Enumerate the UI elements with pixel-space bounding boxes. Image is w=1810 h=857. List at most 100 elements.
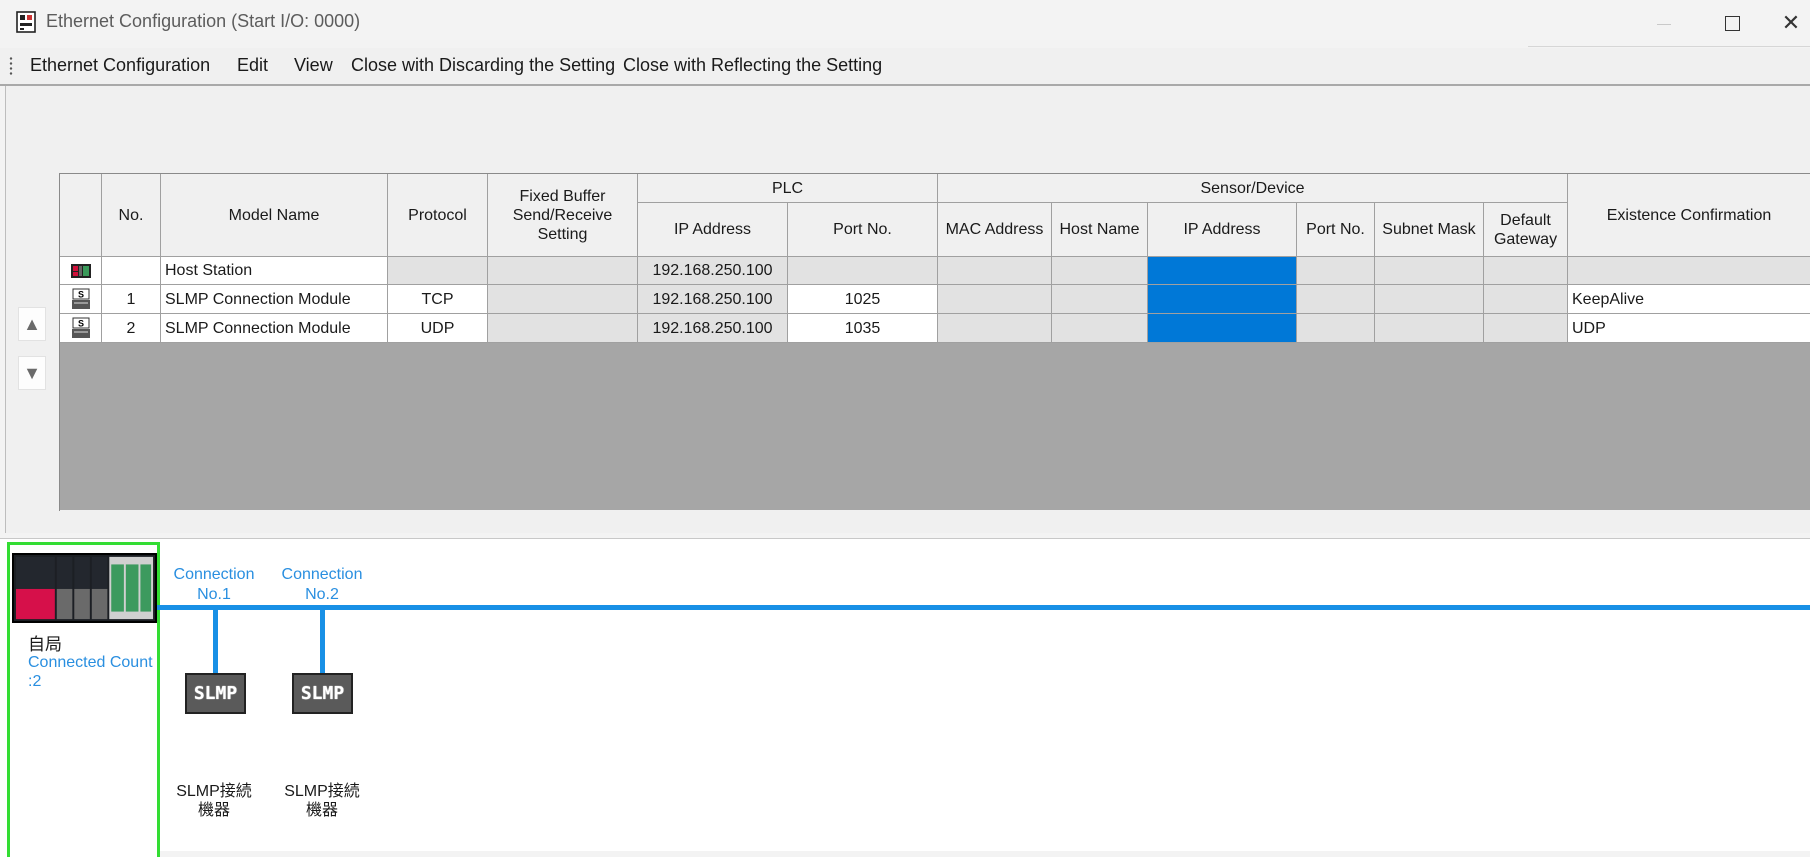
row-0-mac [938,257,1052,285]
row-0-device-port [1297,257,1375,285]
row-0-gateway [1484,257,1568,285]
row-2-model-name[interactable]: SLMP Connection Module [161,314,388,343]
diagram-bottom-edge [160,851,1810,857]
row-1-device-ip[interactable] [1148,285,1297,314]
connection-1-label-line1: Connection [173,566,255,583]
row-2-plc-port[interactable]: 1035 [788,314,938,343]
connected-count-value: :2 [28,673,42,690]
ethernet-bus-line [157,605,1810,610]
row-1-existence[interactable]: KeepAlive [1568,285,1810,314]
row-0-fixed-buffer [488,257,638,285]
header-subnet: Subnet Mask [1375,203,1484,257]
connection-2-label-line1: Connection [281,566,363,583]
close-icon: ✕ [1781,10,1801,35]
connection-2-drop-line [320,609,325,675]
svg-text:S: S [77,319,83,329]
menu-ethernet-configuration[interactable]: Ethernet Configuration [30,55,210,76]
connection-1-label-line2: No.1 [197,586,231,603]
row-2-existence[interactable]: UDP [1568,314,1810,343]
close-button[interactable]: ✕ [1772,0,1810,46]
maximize-icon [1724,15,1740,31]
header-existence: Existence Confirmation [1568,174,1810,257]
menu-view[interactable]: View [294,55,333,76]
row-1-protocol[interactable]: TCP [388,285,488,314]
slmp-module-1-icon[interactable]: SLMP [185,673,246,714]
row-icon-cell[interactable]: S [60,314,102,343]
title-bar: Ethernet Configuration (Start I/O: 0000)… [0,0,1810,47]
row-1-mac [938,285,1052,314]
row-1-host-name [1052,285,1148,314]
header-host-name: Host Name [1052,203,1148,257]
row-2-fixed-buffer [488,314,638,343]
slmp-device-icon: S [71,288,90,309]
row-1-plc-port[interactable]: 1025 [788,285,938,314]
header-sensor-group: Sensor/Device [938,174,1568,203]
title-divider [1528,46,1810,47]
row-2-no[interactable]: 2 [102,314,161,343]
move-up-button[interactable]: ▲ [18,307,46,341]
header-mac: MAC Address [938,203,1052,257]
header-protocol: Protocol [388,174,488,257]
header-plc-group: PLC [638,174,938,203]
header-device-ip: IP Address [1148,203,1297,257]
toolbar-grip-icon[interactable] [9,56,13,76]
row-1-device-port [1297,285,1375,314]
triangle-down-icon: ▼ [23,362,41,383]
device-2-label-line1: SLMP接続 [284,783,360,800]
slmp-device-icon: S [71,317,90,338]
menu-edit[interactable]: Edit [237,55,268,76]
row-1-fixed-buffer [488,285,638,314]
row-icon-cell[interactable]: S [60,285,102,314]
slmp-module-2-icon[interactable]: SLMP [292,673,353,714]
menu-bar: Ethernet Configuration Edit View Close w… [0,48,1810,84]
triangle-up-icon: ▲ [23,313,41,334]
row-0-host-name [1052,257,1148,285]
row-0-existence [1568,257,1810,285]
row-2-host-name [1052,314,1148,343]
connection-1-label: Connection No.1 [173,565,255,605]
network-diagram: 自局 Connected Count :2 Connection No.1 SL… [0,538,1810,857]
header-plc-ip: IP Address [638,203,788,257]
device-1-label-line1: SLMP接続 [176,783,252,800]
header-fixed-buffer: Fixed Buffer Send/Receive Setting [488,174,638,257]
header-device-port: Port No. [1297,203,1375,257]
row-2-device-port [1297,314,1375,343]
row-0-device-ip[interactable] [1148,257,1297,285]
row-1-model-name[interactable]: SLMP Connection Module [161,285,388,314]
move-down-button[interactable]: ▼ [18,356,46,390]
row-0-protocol [388,257,488,285]
header-model-name: Model Name [161,174,388,257]
connected-count-label: Connected Count [28,654,153,671]
row-1-no[interactable]: 1 [102,285,161,314]
header-plc-port: Port No. [788,203,938,257]
device-2-label-line2: 機器 [305,802,338,819]
maximize-button[interactable] [1704,0,1760,46]
row-0-plc-port [788,257,938,285]
header-icon-column [60,174,102,257]
device-2-label: SLMP接続 機器 [281,782,363,820]
row-1-gateway [1484,285,1568,314]
connection-2-label: Connection No.2 [281,565,363,605]
header-no: No. [102,174,161,257]
row-2-subnet [1375,314,1484,343]
connection-1-drop-line [213,609,218,675]
row-0-subnet [1375,257,1484,285]
minimize-button[interactable] [1636,0,1692,46]
row-2-device-ip[interactable] [1148,314,1297,343]
row-1-subnet [1375,285,1484,314]
row-0-no[interactable] [102,257,161,285]
row-0-model-name[interactable]: Host Station [161,257,388,285]
row-icon-cell[interactable] [60,257,102,285]
row-2-protocol[interactable]: UDP [388,314,488,343]
menu-close-reflect[interactable]: Close with Reflecting the Setting [623,55,882,76]
host-plc-icon[interactable] [12,553,157,623]
row-1-plc-ip: 192.168.250.100 [638,285,788,314]
connection-2-label-line2: No.2 [305,586,339,603]
row-2-gateway [1484,314,1568,343]
configuration-table: No. Model Name Protocol Fixed Buffer Sen… [59,173,1810,511]
menu-close-discard[interactable]: Close with Discarding the Setting [351,55,615,76]
horizontal-scrollbar[interactable] [60,510,1810,511]
host-station-icon [70,263,91,278]
row-2-mac [938,314,1052,343]
minimize-icon [1657,23,1671,25]
